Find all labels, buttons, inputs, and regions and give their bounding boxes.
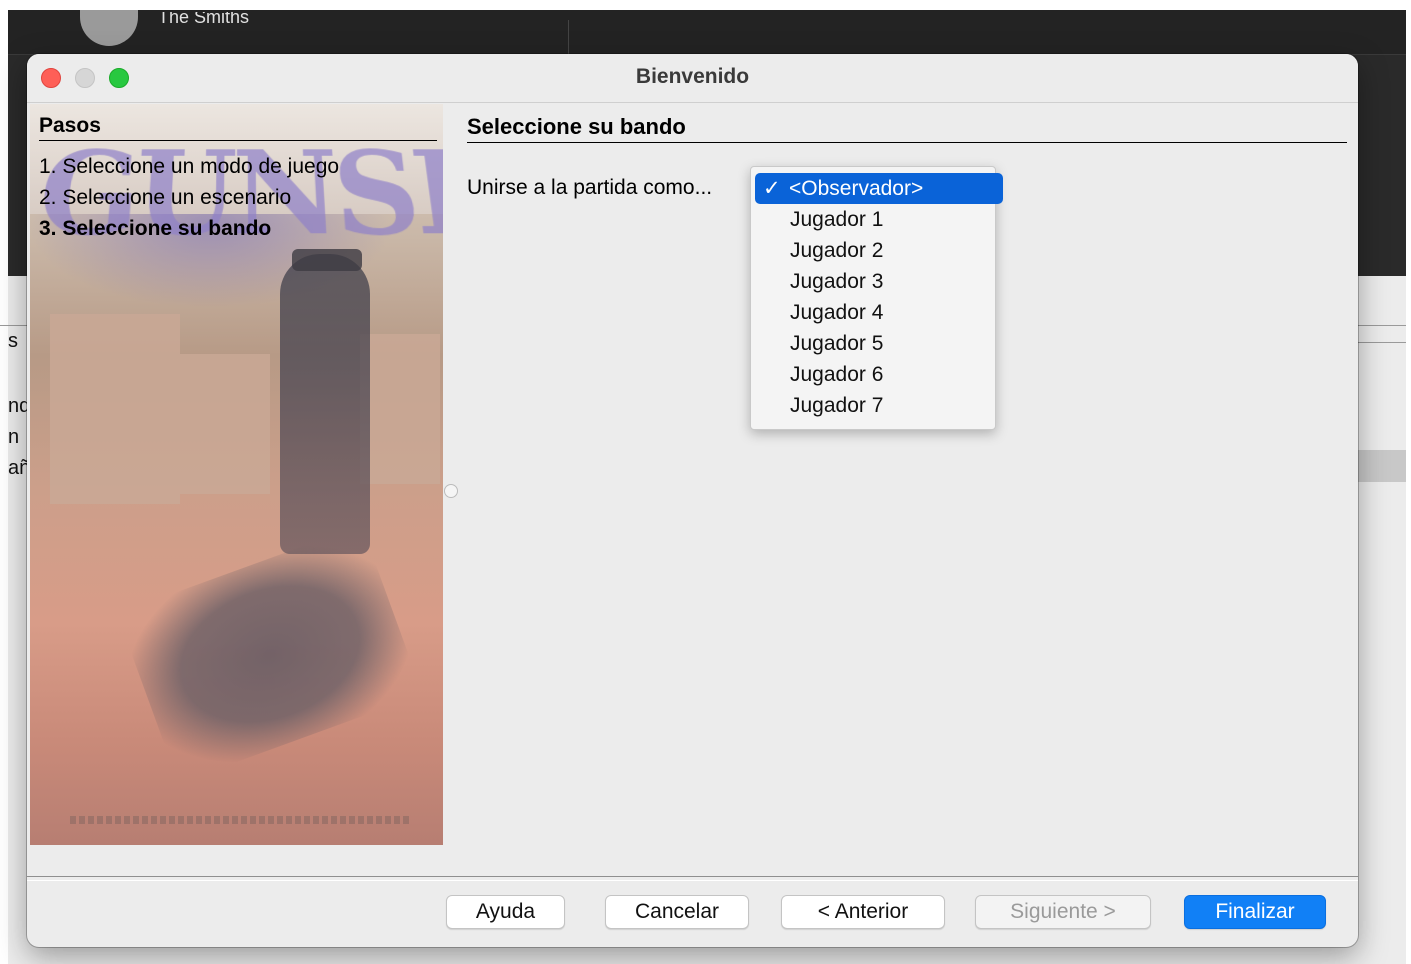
- steps-list: 1. Seleccione un modo de juego 2. Selecc…: [39, 151, 437, 244]
- help-button[interactable]: Ayuda: [446, 895, 565, 929]
- dropdown-option[interactable]: Jugador 1: [756, 204, 1000, 235]
- poster-fallen-figure: [117, 524, 423, 784]
- option-label: Jugador 6: [790, 363, 884, 386]
- option-label: Jugador 5: [790, 332, 884, 355]
- poster-hat: [292, 249, 362, 271]
- option-label: Jugador 4: [790, 301, 884, 324]
- wizard-dialog: Bienvenido GUNSLINGER Pasos 1. Seleccion…: [27, 54, 1358, 947]
- join-as-label: Unirse a la partida como...: [467, 176, 713, 199]
- background-line: [0, 325, 27, 326]
- dropdown-option[interactable]: Jugador 5: [756, 328, 1000, 359]
- finish-button[interactable]: Finalizar: [1184, 895, 1326, 929]
- step-item-current: 3. Seleccione su bando: [39, 217, 272, 240]
- step-item: 1. Seleccione un modo de juego: [39, 155, 340, 178]
- poster-building: [180, 354, 270, 494]
- option-label: Jugador 3: [790, 270, 884, 293]
- content-panel: Seleccione su bando: [467, 114, 1347, 143]
- background-divider: [568, 20, 569, 54]
- splitter-handle[interactable]: [444, 484, 458, 498]
- side-dropdown-popup[interactable]: ✓ <Observador> Jugador 1 Jugador 2 Jugad…: [750, 166, 1003, 430]
- poster-building: [360, 334, 440, 484]
- option-label: <Observador>: [789, 177, 924, 200]
- checkmark-icon: ✓: [763, 177, 781, 200]
- title-bar[interactable]: Bienvenido: [27, 54, 1358, 103]
- dropdown-option[interactable]: Jugador 7: [756, 390, 1000, 421]
- dropdown-option[interactable]: Jugador 3: [756, 266, 1000, 297]
- background-fragment: s: [8, 330, 18, 352]
- step-item: 2. Seleccione un escenario: [39, 186, 292, 209]
- cancel-button[interactable]: Cancelar: [605, 895, 749, 929]
- footer-separator: [27, 876, 1358, 877]
- option-label: Jugador 1: [790, 208, 884, 231]
- background-fragment: n: [8, 426, 20, 448]
- steps-panel: Pasos 1. Seleccione un modo de juego 2. …: [39, 114, 437, 244]
- option-label: Jugador 7: [790, 394, 884, 417]
- footer-separator-highlight: [27, 880, 1358, 881]
- dropdown-option[interactable]: Jugador 4: [756, 297, 1000, 328]
- background-line: [1358, 342, 1406, 343]
- dropdown-option[interactable]: Jugador 6: [756, 359, 1000, 390]
- next-button: Siguiente >: [975, 895, 1151, 929]
- background-selected-row: [1358, 450, 1406, 482]
- background-line: [1358, 325, 1406, 326]
- dropdown-option-selected[interactable]: ✓ <Observador>: [755, 173, 1003, 204]
- previous-button[interactable]: < Anterior: [781, 895, 945, 929]
- dropdown-option[interactable]: Jugador 2: [756, 235, 1000, 266]
- steps-title: Pasos: [39, 114, 437, 141]
- background-artist: The Smiths: [158, 12, 250, 26]
- poster-building: [50, 314, 180, 504]
- content-title: Seleccione su bando: [467, 114, 1347, 143]
- poster-caption: [70, 816, 410, 824]
- poster-gunslinger-figure: [280, 254, 370, 554]
- option-label: Jugador 2: [790, 239, 884, 262]
- window-title: Bienvenido: [635, 65, 750, 88]
